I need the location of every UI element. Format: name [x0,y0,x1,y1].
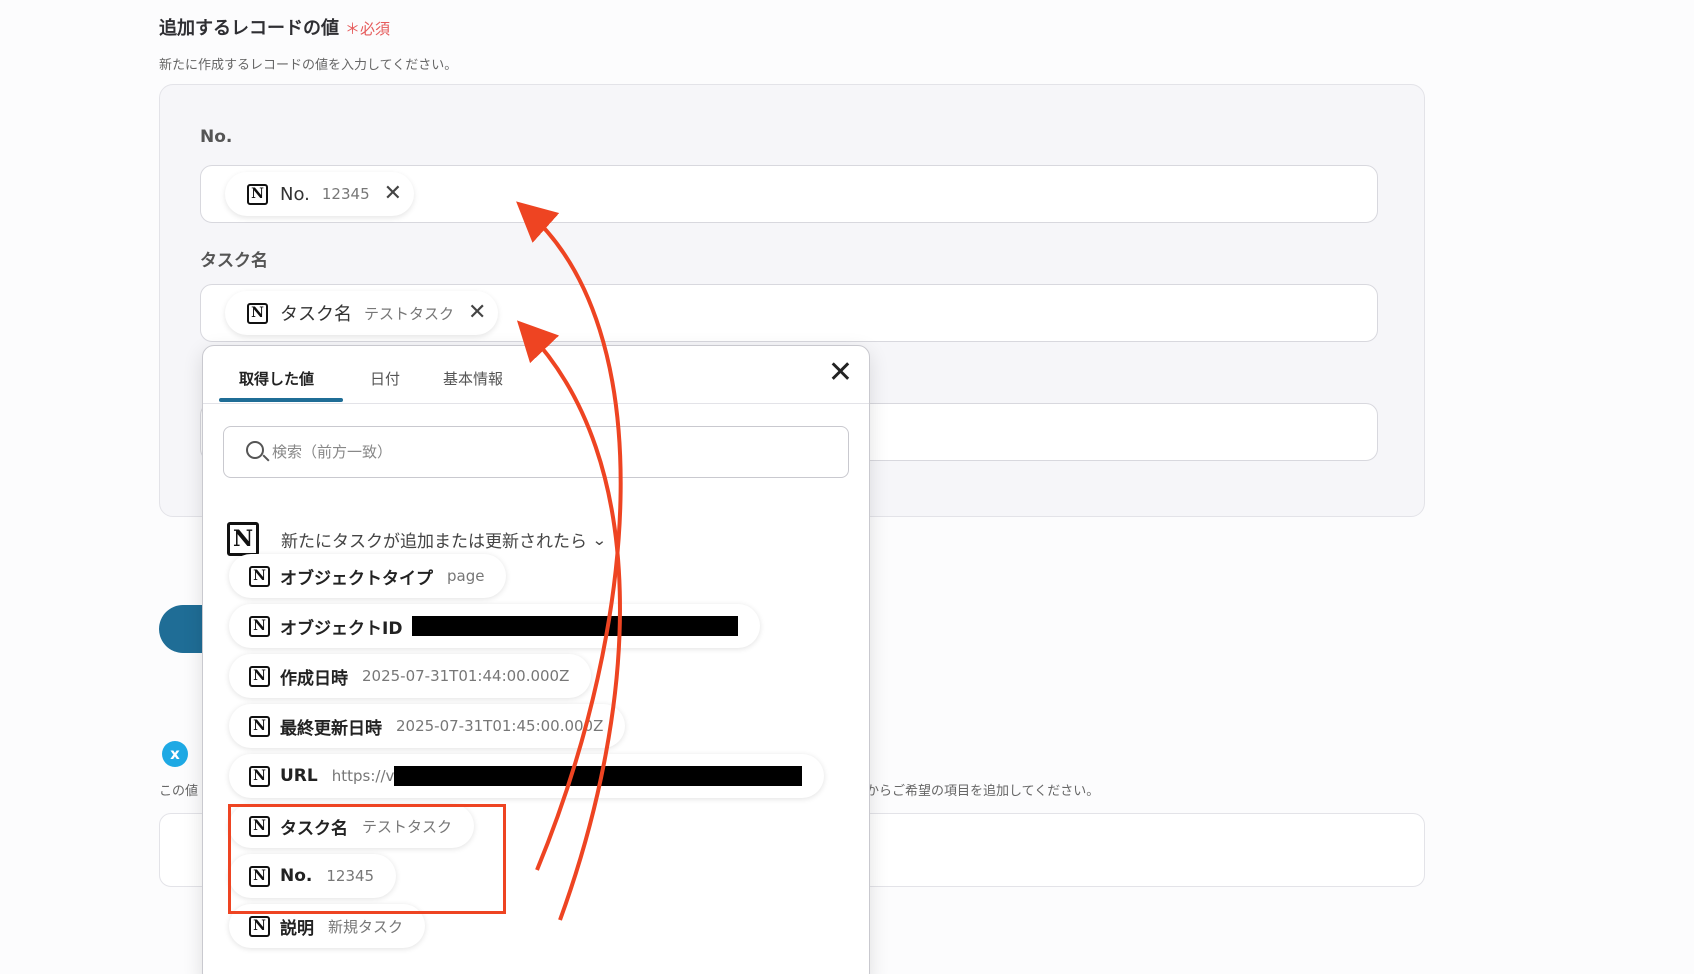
annotation-arrows [516,201,623,921]
arrow-task-to-no-field [516,201,623,871]
